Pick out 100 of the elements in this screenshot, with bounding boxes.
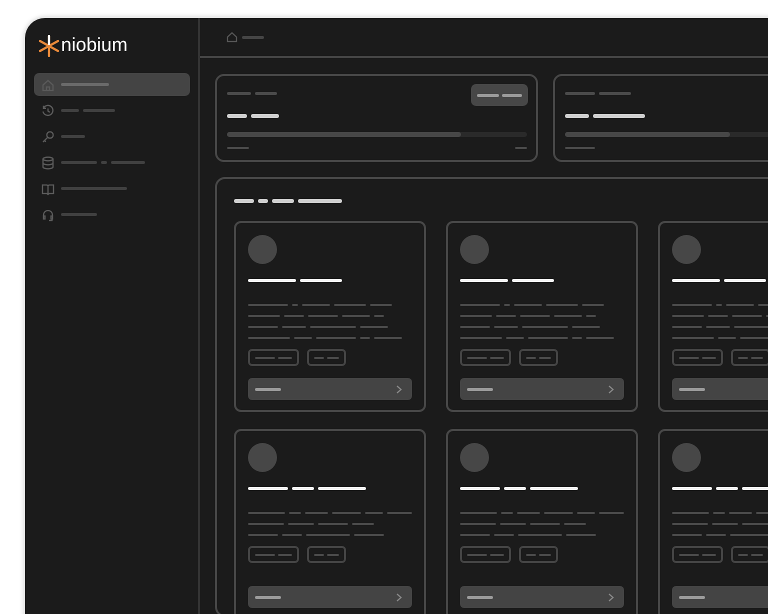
placeholder-line	[500, 512, 513, 514]
placeholder-line	[672, 337, 714, 339]
placeholder-line	[522, 326, 568, 328]
placeholder-line	[520, 315, 550, 317]
placeholder-line	[460, 337, 502, 339]
placeholder-line	[582, 304, 604, 306]
tag-chip	[672, 349, 723, 366]
placeholder-line	[724, 279, 766, 282]
placeholder-line	[572, 337, 582, 339]
avatar-circle	[460, 443, 489, 472]
placeholder-line	[360, 326, 388, 328]
card-button[interactable]	[460, 378, 624, 400]
placeholder-line	[726, 304, 754, 306]
placeholder-line	[586, 337, 614, 339]
headset-icon	[41, 208, 55, 222]
placeholder-line	[370, 304, 392, 306]
placeholder-line	[332, 512, 362, 514]
tag-chip	[248, 349, 299, 366]
placeholder-line	[672, 523, 708, 525]
home-icon[interactable]	[226, 31, 238, 43]
placeholder-line	[518, 534, 562, 536]
placeholder-line	[494, 326, 518, 328]
placeholder-line	[599, 92, 631, 95]
placeholder-line	[354, 534, 384, 536]
avatar-circle	[672, 443, 701, 472]
placeholder-line	[506, 337, 524, 339]
placeholder-line	[672, 326, 702, 328]
tag-chip	[731, 546, 768, 563]
placeholder-line	[577, 512, 595, 514]
action-button[interactable]	[471, 84, 528, 106]
placeholder-line	[318, 523, 348, 525]
avatar-circle	[248, 235, 277, 264]
placeholder-line	[288, 523, 314, 525]
placeholder-line	[302, 304, 330, 306]
placeholder-line	[460, 523, 496, 525]
avatar-circle	[672, 235, 701, 264]
placeholder-line	[514, 304, 542, 306]
placeholder-line	[310, 326, 356, 328]
placeholder-line	[248, 512, 285, 514]
placeholder-line	[546, 304, 578, 306]
placeholder-line	[460, 315, 492, 317]
placeholder-line	[516, 512, 540, 514]
placeholder-line	[374, 315, 384, 317]
placeholder-line	[716, 304, 722, 306]
tag-chip	[307, 546, 346, 563]
placeholder-line	[284, 315, 304, 317]
placeholder-line	[494, 534, 514, 536]
card-button[interactable]	[248, 586, 412, 608]
placeholder-line	[248, 337, 290, 339]
placeholder-line	[248, 487, 288, 490]
placeholder-line	[530, 487, 578, 490]
placeholder-line	[300, 279, 342, 282]
placeholder-line	[572, 326, 600, 328]
placeholder-line	[248, 326, 278, 328]
placeholder-line	[227, 147, 249, 149]
placeholder-line	[251, 114, 279, 118]
placeholder-line	[708, 315, 728, 317]
placeholder-line	[292, 304, 298, 306]
placeholder-line	[672, 512, 709, 514]
card-button[interactable]	[460, 586, 624, 608]
placeholder-line	[512, 279, 554, 282]
history-icon	[41, 104, 55, 118]
placeholder-line	[248, 534, 278, 536]
placeholder-line	[728, 512, 752, 514]
placeholder-line	[360, 337, 370, 339]
placeholder-line	[672, 279, 720, 282]
placeholder-line	[306, 534, 350, 536]
book-icon	[41, 182, 55, 196]
placeholder-line	[706, 534, 726, 536]
placeholder-line	[544, 512, 574, 514]
placeholder-line	[255, 92, 277, 95]
placeholder-line	[712, 512, 725, 514]
card-button[interactable]	[248, 378, 412, 400]
placeholder-line	[530, 523, 560, 525]
placeholder-line	[504, 487, 526, 490]
placeholder-line	[460, 487, 500, 490]
placeholder-line	[386, 512, 412, 514]
placeholder-line	[565, 92, 595, 95]
placeholder-line	[734, 326, 768, 328]
placeholder-line	[460, 512, 497, 514]
placeholder-line	[227, 92, 251, 95]
placeholder-line	[248, 304, 288, 306]
placeholder-line	[706, 326, 730, 328]
chevron-right-icon	[396, 384, 402, 394]
placeholder-line	[234, 199, 254, 203]
placeholder-line	[672, 487, 712, 490]
placeholder-line	[740, 337, 768, 339]
placeholder-line	[742, 523, 768, 525]
chevron-right-icon	[608, 592, 614, 602]
key-icon	[41, 130, 55, 144]
placeholder-line	[716, 487, 738, 490]
placeholder-line	[248, 315, 280, 317]
placeholder-line	[294, 337, 312, 339]
placeholder-line	[500, 523, 526, 525]
asterisk-logo-icon	[38, 35, 60, 57]
tag-chip	[248, 546, 299, 563]
placeholder-line	[248, 279, 296, 282]
placeholder-line	[515, 147, 527, 149]
placeholder-line	[565, 147, 595, 149]
nav-item[interactable]	[34, 73, 190, 96]
